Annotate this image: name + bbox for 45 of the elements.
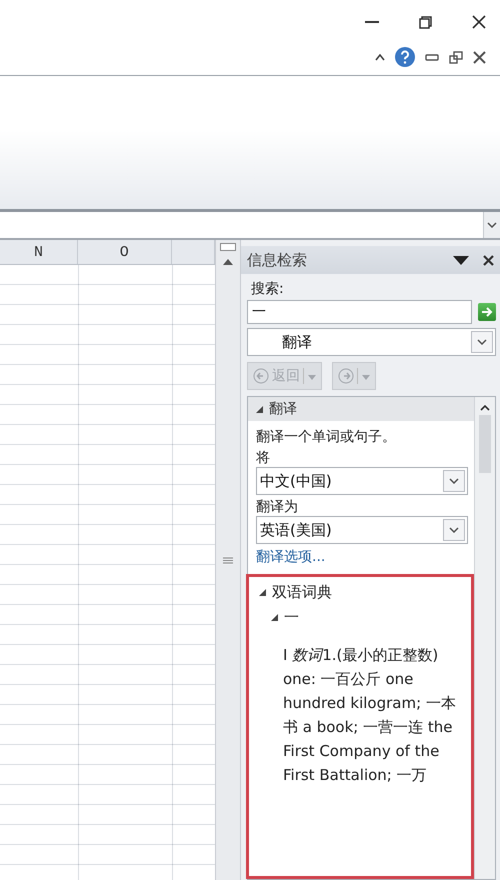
caret-icon (449, 478, 459, 484)
to-language-dropdown[interactable]: 英语(美国) (256, 516, 468, 544)
definition-text: I 数词1.(最小的正整数) one: 一百公斤 one hundred kilogram; 一本书 a book; 一营一连 the First Company of the First Battalion; 一万 (283, 645, 457, 786)
translation-options-link[interactable]: 翻译选项... (256, 548, 468, 566)
section-header[interactable]: 翻译 (248, 397, 474, 421)
close-icon[interactable] (483, 254, 494, 266)
minimize-icon[interactable] (425, 54, 439, 60)
caret-icon (477, 339, 487, 345)
close-icon[interactable] (472, 15, 486, 29)
vertical-scrollbar[interactable] (215, 240, 241, 880)
to-label: 翻译为 (256, 498, 299, 516)
help-icon[interactable] (395, 47, 415, 67)
results-scrollbar[interactable] (474, 397, 495, 879)
service-dropdown[interactable]: 翻译 (247, 328, 496, 356)
scroll-thumb[interactable] (479, 415, 491, 473)
from-label: 将 (256, 449, 271, 467)
entry-header[interactable]: 一 (259, 608, 465, 627)
dictionary-header[interactable]: 双语词典 (259, 583, 465, 602)
scroll-up-icon[interactable] (480, 405, 490, 411)
dropdown-triangle-icon[interactable] (453, 256, 469, 264)
restore-icon[interactable] (419, 16, 432, 28)
start-search-button[interactable] (478, 303, 496, 321)
expanded-triangle-icon (259, 589, 266, 596)
caret-icon (308, 375, 316, 380)
instruction-text: 翻译一个单词或句子。 (256, 428, 397, 446)
expanded-triangle-icon (271, 614, 278, 621)
expanded-triangle-icon (256, 406, 263, 412)
expand-formula-bar-button[interactable] (483, 212, 500, 238)
caret-icon (449, 527, 459, 533)
pane-title: 信息检索 (247, 250, 308, 270)
close-icon[interactable] (473, 50, 486, 64)
collapse-ribbon-icon[interactable] (375, 54, 385, 60)
from-language-dropdown[interactable]: 中文(中国) (256, 467, 468, 495)
cell-grid[interactable] (0, 265, 215, 880)
caret-icon (487, 222, 497, 228)
search-label: 搜索: (251, 280, 285, 298)
arrow-right-icon (481, 307, 493, 317)
split-box-icon[interactable] (220, 243, 236, 251)
column-header[interactable]: N (0, 240, 78, 264)
restore-icon[interactable] (449, 50, 463, 64)
column-header[interactable]: O (78, 240, 172, 264)
caret-icon (362, 375, 370, 380)
search-field[interactable]: 一 (247, 300, 472, 324)
scroll-grip-icon[interactable] (223, 557, 233, 564)
scroll-up-icon[interactable] (223, 259, 233, 265)
